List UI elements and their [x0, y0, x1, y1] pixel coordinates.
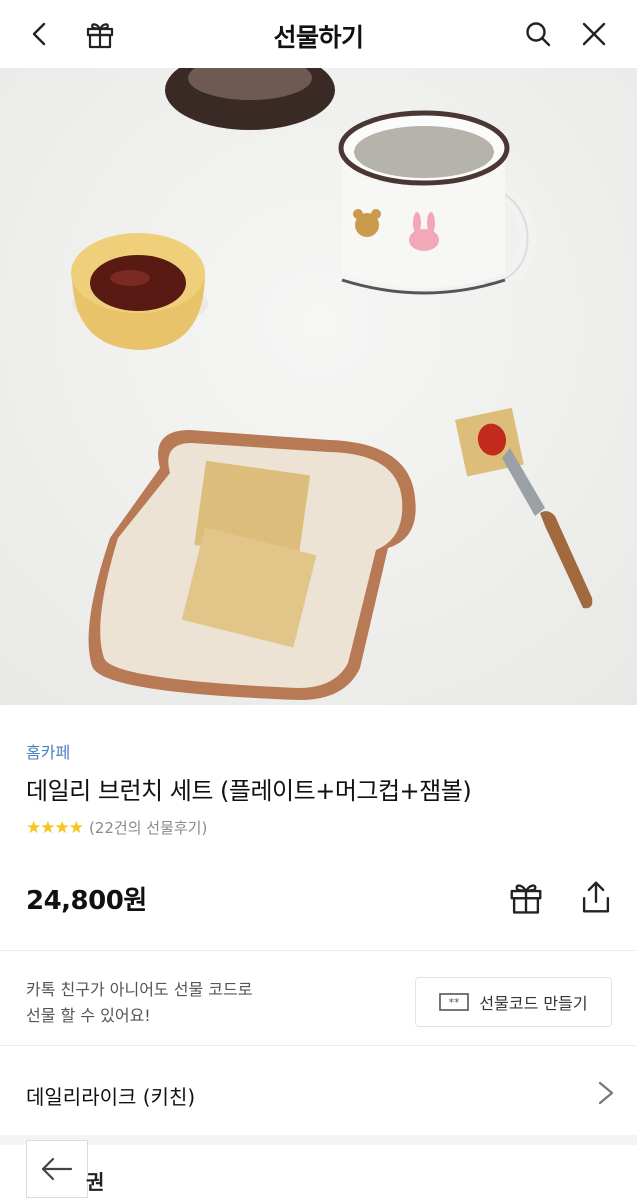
back-fab-button[interactable] — [26, 1140, 88, 1198]
top-bar: 선물하기 — [0, 0, 637, 68]
search-icon[interactable] — [518, 14, 558, 54]
section-divider — [0, 1135, 637, 1145]
gift-code-line-2: 선물 할 수 있어요! — [26, 1006, 151, 1025]
product-price: 24,800원 — [26, 886, 147, 916]
star-rating-icon: ★★★★ — [26, 817, 84, 838]
svg-text:**: ** — [449, 996, 461, 1009]
review-count[interactable]: (22건의 선물후기) — [89, 817, 207, 838]
close-icon[interactable] — [574, 14, 614, 54]
gift-button-icon[interactable] — [504, 875, 548, 919]
gift-code-icon: ** — [439, 993, 470, 1011]
seller-link[interactable]: 데일리라이크 (키친) — [26, 1081, 195, 1110]
product-image[interactable] — [0, 68, 637, 705]
create-gift-code-label: 선물코드 만들기 — [479, 994, 588, 1013]
gift-code-description: 카톡 친구가 아니어도 선물 코드로 선물 할 수 있어요! — [26, 977, 252, 1029]
section-heading-partial: 권 — [86, 1170, 105, 1194]
gift-code-line-1: 카톡 친구가 아니어도 선물 코드로 — [26, 980, 253, 999]
arrow-left-icon — [41, 1157, 73, 1181]
create-gift-code-button[interactable]: ** 선물코드 만들기 — [415, 977, 612, 1027]
brand-link[interactable]: 홈카페 — [26, 739, 70, 763]
rating-row[interactable]: ★★★★ (22건의 선물후기) — [26, 817, 207, 838]
chevron-right-icon[interactable] — [594, 1077, 618, 1109]
divider — [0, 1045, 637, 1046]
divider — [0, 950, 637, 951]
share-icon[interactable] — [574, 875, 618, 919]
product-name: 데일리 브런치 세트 (플레이트+머그컵+잼볼) — [26, 777, 472, 805]
